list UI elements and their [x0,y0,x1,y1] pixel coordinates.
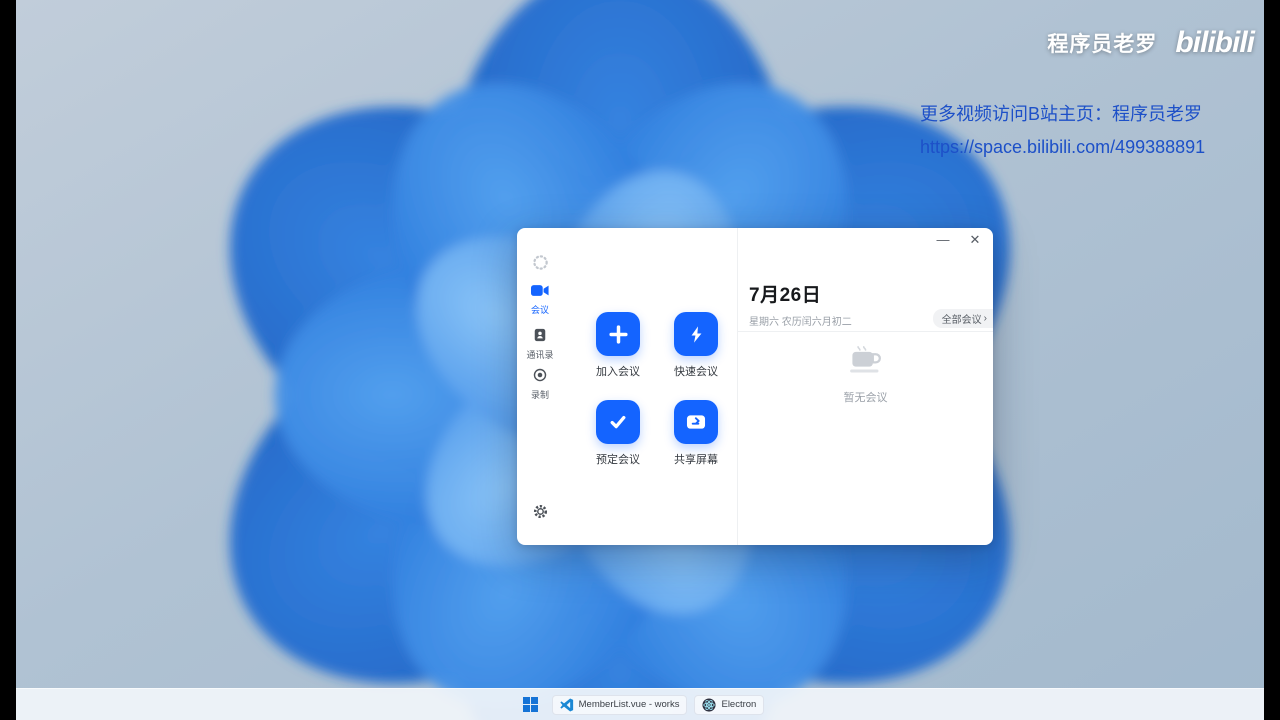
schedule-panel: 7月26日 星期六 农历闰六月初二 全部会议 › 暂无会议 [737,228,993,545]
overlay-branding: 程序员老罗 bilibili [1047,26,1255,60]
start-button[interactable] [516,693,545,716]
schedule-subtitle: 星期六 农历闰六月初二 [749,317,852,328]
sidebar-item-record[interactable]: 录制 [517,368,563,401]
join-meeting-button[interactable]: 加入会议 [596,312,640,379]
taskbar-app-label: Electron [721,699,757,710]
taskbar-app-vscode[interactable]: MemberList.vue - works [551,694,688,715]
meeting-app-window: — ✕ 会议 通讯录 录制 加入会议 快速会议 预定会议 共享屏幕 7月26日 … [517,228,993,545]
settings-gear-icon[interactable] [517,503,563,525]
letterbox-left [0,0,16,720]
action-label: 共享屏幕 [674,454,718,466]
empty-text: 暂无会议 [843,392,888,404]
sidebar-item-meeting[interactable]: 会议 [517,284,563,316]
avatar-loading-icon[interactable] [517,254,563,276]
sidebar-item-label: 录制 [530,390,549,400]
bilibili-logo: bilibili [1175,26,1255,59]
window-controls: — ✕ [935,232,983,248]
taskbar-app-label: MemberList.vue - works [578,699,680,710]
promo-line-2: https://space.bilibili.com/499388891 [920,137,1206,157]
sidebar-item-label: 通讯录 [526,350,554,360]
promo-line-1: 更多视频访问B站主页：程序员老罗 [920,104,1203,124]
minimize-button[interactable]: — [935,232,951,248]
plus-icon [596,312,640,356]
all-meetings-label: 全部会议 [941,315,982,326]
divider [738,331,993,332]
taskbar-app-electron[interactable]: Electron [694,694,765,715]
share-screen-icon [674,400,718,444]
record-icon [533,368,547,386]
action-label: 加入会议 [596,366,640,378]
action-label: 快速会议 [674,366,718,378]
schedule-date: 7月26日 [749,285,822,306]
schedule-meeting-button[interactable]: 预定会议 [596,400,640,467]
action-label: 预定会议 [596,454,640,466]
vscode-icon [559,698,573,711]
sidebar-item-label: 会议 [530,305,549,315]
check-icon [596,400,640,444]
empty-state: 暂无会议 [738,344,993,405]
windows-logo-icon [522,697,538,712]
promo-text: 更多视频访问B站主页：程序员老罗 https://space.bilibili.… [920,98,1205,164]
app-sidebar: 会议 通讯录 录制 [517,228,563,545]
meeting-actions: 加入会议 快速会议 预定会议 共享屏幕 [579,312,735,467]
letterbox-right [1264,0,1280,720]
all-meetings-link[interactable]: 全部会议 › [932,309,993,328]
close-button[interactable]: ✕ [967,232,983,248]
chevron-right-icon: › [983,313,987,324]
sidebar-item-contacts[interactable]: 通讯录 [517,328,563,361]
electron-icon [702,697,717,712]
coffee-cup-icon [845,346,887,382]
contacts-icon [533,328,547,346]
channel-name: 程序员老罗 [1047,33,1158,56]
quick-meeting-button[interactable]: 快速会议 [674,312,718,379]
lightning-icon [674,312,718,356]
taskbar: MemberList.vue - works Electron [16,688,1264,720]
meeting-icon [531,284,549,301]
share-screen-button[interactable]: 共享屏幕 [674,400,718,467]
